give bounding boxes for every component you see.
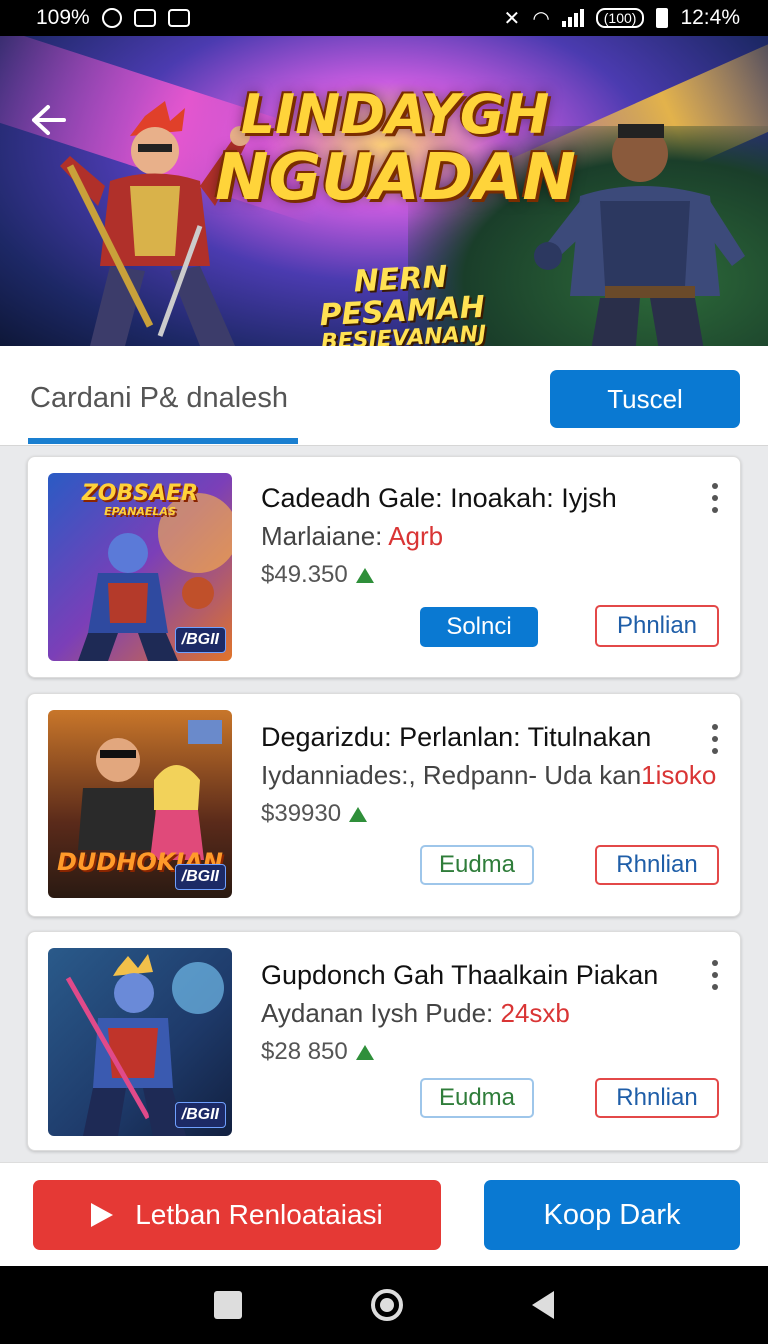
card-secondary-button[interactable]: Phnlian xyxy=(595,605,719,647)
list-card[interactable]: ZOBSAER EPANAELAS /BGII Cadeadh Gale: In… xyxy=(27,456,741,678)
card-subtitle: Aydanan Iysh Pude: 24sxb xyxy=(261,998,570,1029)
card-subtitle-accent: Agrb xyxy=(388,521,444,551)
card-subtitle-text: Iydanniades:, Redpann- Uda kan xyxy=(261,760,642,790)
play-action-button[interactable]: Letban Renloataiasi xyxy=(33,1180,441,1250)
status-left: 109% xyxy=(36,6,190,30)
card-title: Gupdonch Gah Thaalkain Piakan xyxy=(261,960,659,990)
card-price-value: $28 850 xyxy=(261,1038,348,1065)
nav-back-icon[interactable] xyxy=(531,1291,554,1319)
thumb-subtitle: EPANAELAS xyxy=(104,505,176,518)
card-thumbnail: /BGII xyxy=(48,948,232,1136)
card-subtitle-text: Marlaiane: xyxy=(261,521,389,551)
signal-icon xyxy=(561,9,584,27)
back-arrow-icon xyxy=(32,105,66,135)
card-primary-button[interactable]: Solnci xyxy=(420,607,538,647)
card-price-value: $49.350 xyxy=(261,561,348,588)
alarm-icon xyxy=(101,8,122,28)
play-icon xyxy=(91,1203,114,1227)
card-thumbnail: ZOBSAER EPANAELAS /BGII xyxy=(48,473,232,661)
game-notification-icon xyxy=(167,9,190,27)
list-card[interactable]: DUDHOKIAN /BGII Degarizdu: Perlanlan: Ti… xyxy=(27,693,741,917)
banner-title: LINDAYGH NGUADAN xyxy=(215,83,576,215)
play-action-label: Letban Renloataiasi xyxy=(135,1199,383,1230)
card-secondary-button[interactable]: Rhnlian xyxy=(595,1078,719,1118)
banner-title-line2: NGUADAN xyxy=(215,141,576,215)
tab-active[interactable]: Cardani P& dnalesh xyxy=(30,382,288,415)
more-vert-icon[interactable] xyxy=(710,960,720,990)
more-vert-icon[interactable] xyxy=(710,724,720,754)
trend-up-icon xyxy=(355,567,374,583)
thumb-badge: /BGII xyxy=(174,864,226,890)
card-subtitle-accent: 1isoko xyxy=(641,760,717,790)
wifi-icon: ◠ xyxy=(532,7,550,30)
card-title: Cadeadh Gale: Inoakah: Iyjsh xyxy=(261,483,617,513)
card-secondary-button[interactable]: Rhnlian xyxy=(595,845,719,885)
nav-home-icon[interactable] xyxy=(370,1289,403,1321)
nav-recents-icon[interactable] xyxy=(214,1291,243,1319)
trend-up-icon xyxy=(349,806,368,822)
thumb-badge: /BGII xyxy=(174,627,226,653)
card-subtitle: Marlaiane: Agrb xyxy=(261,521,443,552)
tab-action-button[interactable]: Tuscel xyxy=(550,370,740,428)
status-percent: 109% xyxy=(36,6,90,29)
back-button[interactable] xyxy=(26,98,70,142)
status-bar: 109% ✕ ◠ (100) 12:4% xyxy=(0,0,768,36)
status-time: 12:4% xyxy=(680,6,740,29)
tab-active-indicator xyxy=(28,438,298,444)
thumb-title: ZOBSAER xyxy=(81,481,199,506)
card-price: $28 850 xyxy=(261,1038,374,1066)
image-notification-icon xyxy=(133,9,156,27)
card-price: $39930 xyxy=(261,800,368,828)
list-card[interactable]: /BGII Gupdonch Gah Thaalkain Piakan Ayda… xyxy=(27,931,741,1151)
card-primary-button[interactable]: Eudma xyxy=(420,845,534,885)
banner-subtitle: NERN PESAMAH BESIEVANANJ xyxy=(270,257,534,346)
banner-title-line1: LINDAYGH xyxy=(240,83,550,146)
card-thumbnail: DUDHOKIAN /BGII xyxy=(48,710,232,898)
system-nav-bar xyxy=(0,1266,768,1344)
hero-banner: LINDAYGH NGUADAN NERN PESAMAH BESIEVANAN… xyxy=(0,36,768,346)
card-subtitle: Iydanniades:, Redpann- Uda kan1isoko xyxy=(261,760,716,791)
card-title: Degarizdu: Perlanlan: Titulnakan xyxy=(261,722,652,752)
card-primary-button[interactable]: Eudma xyxy=(420,1078,534,1118)
thumb-badge: /BGII xyxy=(174,1102,226,1128)
card-subtitle-text: Aydanan Iysh Pude: xyxy=(261,998,501,1028)
card-price-value: $39930 xyxy=(261,800,342,827)
secondary-action-button[interactable]: Koop Dark xyxy=(484,1180,740,1250)
data-pill: (100) xyxy=(595,8,645,28)
status-right: ✕ ◠ (100) 12:4% xyxy=(504,6,740,31)
card-subtitle-accent: 24sxb xyxy=(500,998,570,1028)
card-price: $49.350 xyxy=(261,561,374,589)
trend-up-icon xyxy=(355,1044,374,1060)
more-vert-icon[interactable] xyxy=(710,483,720,513)
battery-icon xyxy=(656,8,669,28)
mute-icon: ✕ xyxy=(503,7,521,30)
